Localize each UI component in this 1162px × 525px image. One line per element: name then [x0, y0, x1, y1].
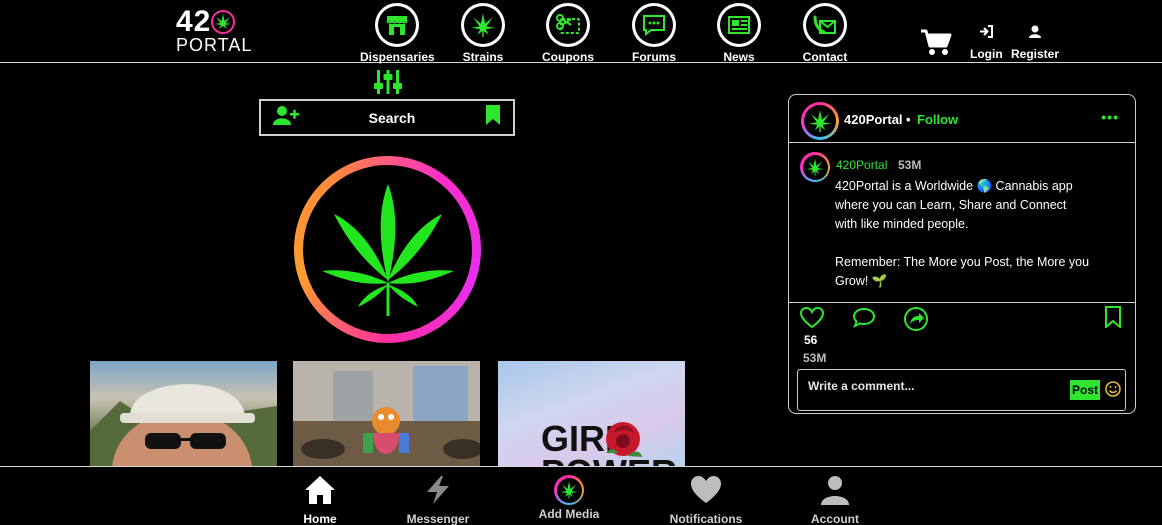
app-root: 42 PORTAL Dispensaries Strains Coupons F… — [0, 0, 1162, 525]
nav-label: Contact — [802, 50, 848, 64]
comment-icon[interactable] — [852, 307, 876, 334]
login-button[interactable]: Login — [970, 25, 1003, 61]
nav-label: Coupons — [542, 50, 594, 64]
nav-forums[interactable]: Forums — [617, 3, 691, 64]
lightning-icon — [427, 476, 449, 504]
share-icon[interactable] — [903, 306, 929, 337]
cannabis-leaf-icon — [560, 481, 578, 499]
media-thumbnail[interactable]: GIRL POWER — [498, 361, 685, 467]
bottom-nav-label: Add Media — [538, 507, 600, 521]
media-thumbnail[interactable] — [90, 361, 277, 467]
bookmark-icon[interactable] — [485, 105, 501, 130]
bottom-nav-label: Account — [811, 512, 859, 525]
top-navbar: 42 PORTAL Dispensaries Strains Coupons F… — [0, 0, 1162, 64]
nav-strains[interactable]: Strains — [446, 3, 520, 64]
storefront-icon — [378, 6, 416, 44]
add-user-icon[interactable] — [273, 105, 299, 130]
bottom-nav-label: Home — [303, 512, 337, 525]
nav-contact[interactable]: Contact — [788, 3, 862, 64]
user-icon — [821, 476, 849, 505]
cannabis-leaf-icon — [464, 6, 502, 44]
post-actions — [789, 302, 1135, 342]
user-icon — [1029, 25, 1042, 38]
bottom-nav-label: Notifications — [669, 512, 743, 525]
add-media-avatar — [554, 475, 584, 505]
coupon-scissors-icon — [549, 6, 587, 44]
caption-paragraph: Remember: The More you Post, the More yo… — [835, 255, 1090, 288]
logo-wordmark: PORTAL — [176, 35, 253, 55]
cannabis-leaf-icon — [808, 109, 832, 133]
party-photo — [293, 361, 480, 467]
heart-icon — [691, 476, 721, 503]
follow-button[interactable]: Follow — [917, 112, 958, 127]
home-icon — [305, 476, 335, 504]
chat-bubble-icon — [635, 6, 673, 44]
caption-avatar[interactable] — [800, 152, 830, 182]
filter-sliders-icon[interactable] — [374, 68, 402, 101]
caption-timestamp: 53M — [898, 158, 922, 172]
nav-dispensaries[interactable]: Dispensaries — [360, 3, 435, 64]
like-count: 56 — [804, 333, 818, 347]
account-name[interactable]: 420Portal — [844, 112, 903, 127]
site-logo[interactable]: 42 PORTAL — [176, 7, 260, 55]
cannabis-leaf-icon — [321, 183, 454, 316]
nav-coupons[interactable]: Coupons — [531, 3, 605, 64]
caption-username[interactable]: 420Portal — [836, 158, 887, 172]
nav-label: Dispensaries — [360, 50, 435, 64]
cannabis-leaf-icon — [806, 158, 824, 176]
nav-news[interactable]: News — [702, 3, 776, 64]
cart-icon[interactable] — [920, 28, 952, 61]
post-caption: 420Portal is a Worldwide 🌎 Cannabis app … — [835, 177, 1090, 291]
more-dots-icon[interactable]: ••• — [1101, 109, 1119, 125]
search-bar[interactable]: Search — [259, 99, 515, 136]
bottom-nav-add-media[interactable]: Add Media — [524, 475, 614, 521]
caption-paragraph: 420Portal is a Worldwide 🌎 Cannabis app … — [835, 179, 1073, 231]
post-timestamp: 53M — [803, 351, 827, 365]
bottom-nav-notifications[interactable]: Notifications — [661, 475, 751, 525]
post-card: 420Portal • Follow ••• 420Portal 53M 420… — [788, 94, 1136, 414]
logo-mark: 42 — [176, 7, 236, 37]
nav-label: Forums — [631, 50, 676, 64]
post-comment-button[interactable]: Post — [1070, 380, 1100, 400]
selfie-photo — [90, 384, 277, 467]
bookmark-icon[interactable] — [1104, 306, 1122, 333]
register-button[interactable]: Register — [1011, 25, 1059, 61]
heart-icon[interactable] — [799, 306, 825, 334]
bottom-nav-messenger[interactable]: Messenger — [393, 475, 483, 525]
login-label: Login — [970, 47, 1003, 61]
emoji-icon[interactable] — [1105, 381, 1121, 402]
bottom-navbar: Home Messenger Add Media Notifications A… — [0, 466, 1162, 525]
bottom-nav-label: Messenger — [406, 512, 470, 525]
separator-dot: • — [906, 112, 911, 127]
nav-label: News — [723, 50, 755, 64]
bottom-nav-account[interactable]: Account — [790, 475, 880, 525]
comment-box: Post — [797, 369, 1126, 411]
register-label: Register — [1011, 47, 1060, 61]
girl-power-photo: GIRL POWER — [541, 418, 677, 467]
account-avatar[interactable] — [801, 102, 839, 140]
logo-leaf-icon — [211, 10, 236, 34]
nav-label: Strains — [462, 50, 504, 64]
thumbnail-text: POWER — [541, 452, 677, 467]
search-label[interactable]: Search — [369, 110, 416, 126]
newspaper-icon — [720, 6, 758, 44]
profile-avatar[interactable] — [294, 156, 481, 343]
phone-envelope-icon — [806, 6, 844, 44]
post-header: 420Portal • Follow ••• — [789, 95, 1135, 143]
bottom-nav-home[interactable]: Home — [275, 475, 365, 525]
login-icon — [980, 25, 994, 38]
media-thumbnail[interactable] — [293, 361, 480, 467]
comment-input[interactable] — [808, 378, 1048, 394]
